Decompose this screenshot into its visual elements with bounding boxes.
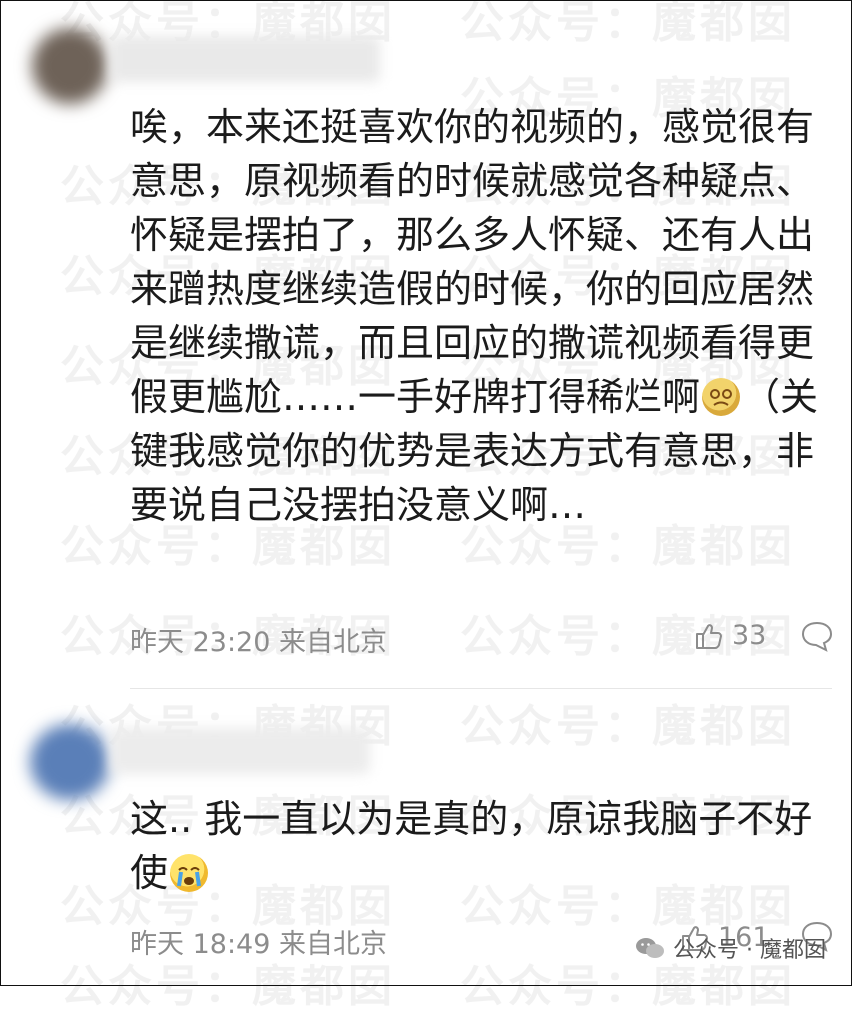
crying-face-emoji-icon [170,854,209,892]
comment-text: 这.. 我一直以为是真的，原谅我脑子不好使 [130,792,820,900]
avatar[interactable] [30,724,110,800]
thumbs-up-icon [696,623,722,649]
comment-meta: 昨天 18:49 来自北京 [130,922,387,961]
comment-location: 来自北京 [279,929,387,960]
comment-location: 来自北京 [279,627,387,658]
reply-button[interactable] [800,620,834,656]
avatar[interactable] [32,28,108,104]
comment-time: 昨天 18:49 [130,929,271,960]
comment-text-part: 这.. 我一直以为是真的，原谅我脑子不好使 [130,797,813,895]
comment-meta: 昨天 23:20 来自北京 [130,620,387,659]
username-blurred[interactable] [110,36,380,82]
spiral-face-emoji-icon [702,378,741,416]
like-count: 33 [732,620,767,651]
speech-bubble-icon [801,621,833,652]
wechat-icon [636,938,665,958]
comment-item: 唉，本来还挺喜欢你的视频的，感觉很有意思，原视频看的时候就感觉各种疑点、怀疑是摆… [0,0,852,688]
source-label: 公众号 · 魔都囡 [635,932,826,964]
comment-time: 昨天 23:20 [130,627,271,658]
username-blurred[interactable] [110,728,370,774]
source-text: 公众号 · 魔都囡 [673,938,826,963]
comment-text-part: 唉，本来还挺喜欢你的视频的，感觉很有意思，原视频看的时候就感觉各种疑点、怀疑是摆… [130,105,815,419]
comment-text: 唉，本来还挺喜欢你的视频的，感觉很有意思，原视频看的时候就感觉各种疑点、怀疑是摆… [130,100,820,532]
like-button[interactable]: 33 [694,620,766,651]
